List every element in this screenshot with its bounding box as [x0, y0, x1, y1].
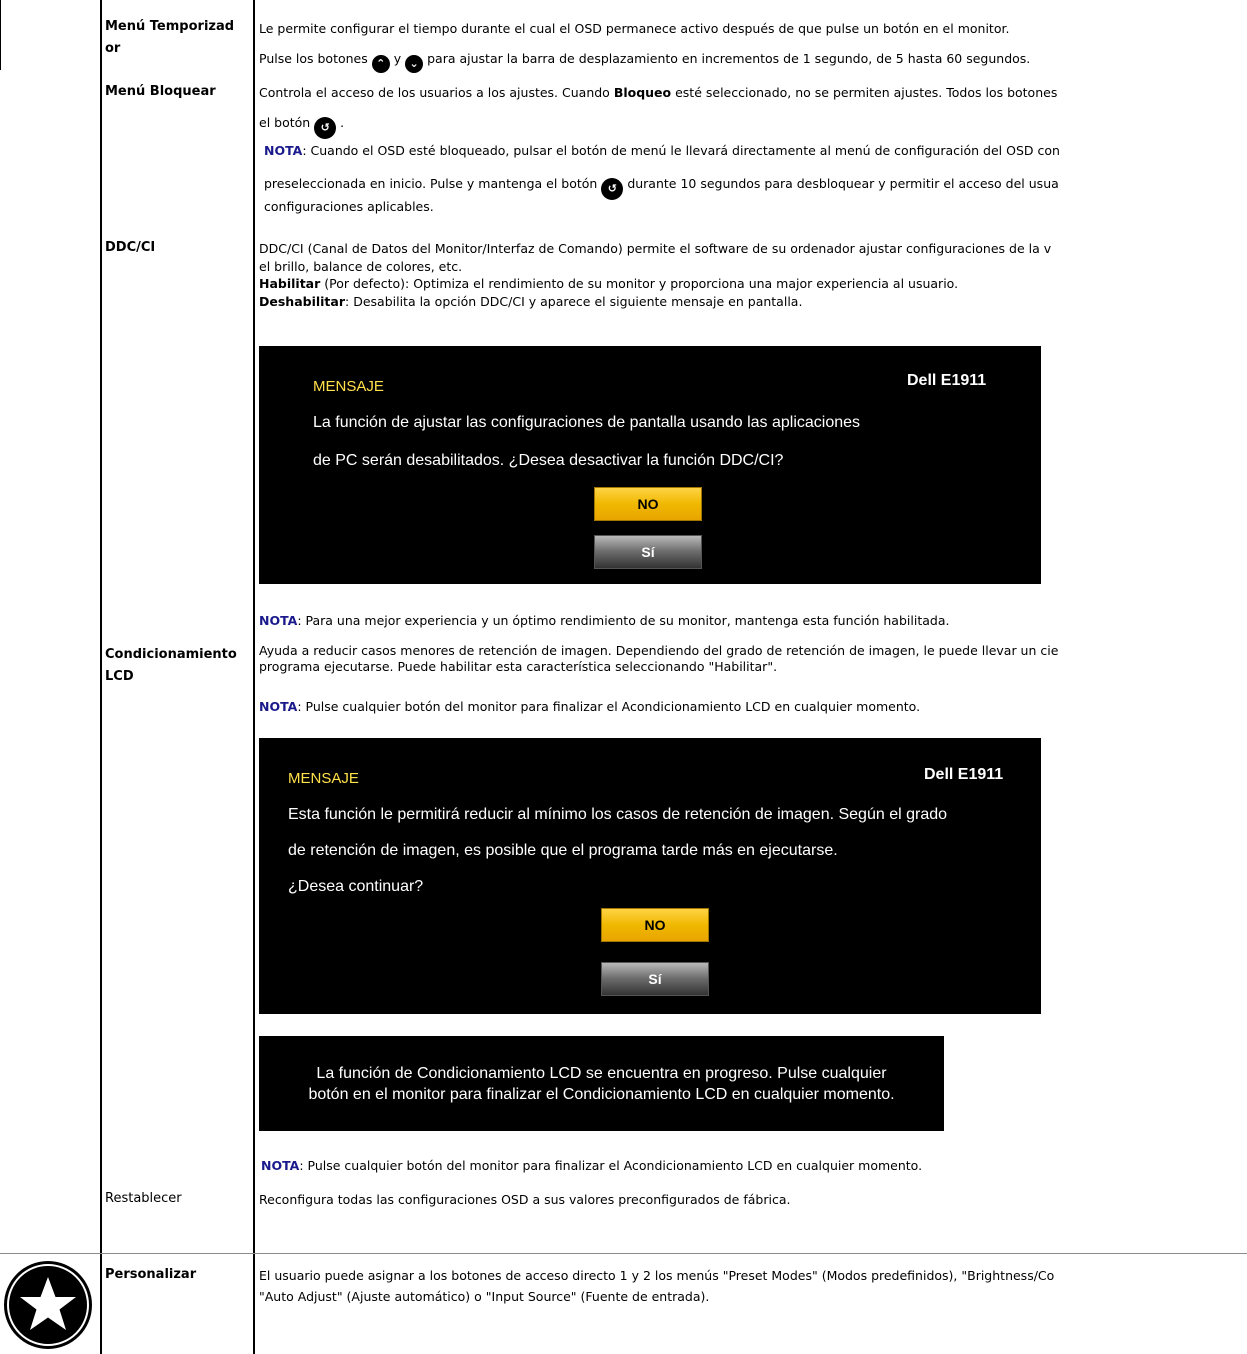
- deshabilitar-label: Deshabilitar: [259, 293, 346, 309]
- table-divider-2: [253, 0, 255, 1354]
- nota-text: : Para una mejor experiencia y un óptimo…: [297, 613, 950, 628]
- osd-si-button[interactable]: Sí: [601, 962, 709, 996]
- label-line: LCD: [105, 669, 134, 684]
- nota-menu-bloquear-2: preseleccionada en inicio. Pulse y mante…: [264, 175, 1059, 200]
- nota-menu-bloquear: NOTA: Cuando el OSD esté bloqueado, puls…: [264, 142, 1060, 160]
- nota-ddcci: NOTA: Para una mejor experiencia y un óp…: [259, 612, 949, 630]
- row-label-personalizar: Personalizar: [105, 1267, 197, 1282]
- desc-line: programa ejecutarse. Puede habilitar est…: [259, 659, 778, 674]
- nota-text: configuraciones aplicables.: [264, 199, 434, 214]
- row-desc-personalizar: El usuario puede asignar a los botones d…: [259, 1267, 1054, 1305]
- star-icon-svg: [7, 1264, 89, 1346]
- nota-text: durante 10 segundos para desbloquear y p…: [627, 176, 1059, 191]
- osd-line: Esta función le permitirá reducir al mín…: [288, 806, 948, 823]
- deshabilitar-text: : Desabilita la opción DDC/CI y aparece …: [345, 293, 803, 309]
- habilitar-text: (Por defecto): Optimiza el rendimiento d…: [324, 276, 959, 291]
- osd-message-ddcci: MENSAJE Dell E1911 La función de ajustar…: [259, 346, 1041, 584]
- chevron-down-icon: ⌄: [405, 55, 424, 73]
- desc-text: Pulse los botones: [259, 51, 368, 66]
- row-desc-ddcci: DDC/CI (Canal de Datos del Monitor/Inter…: [259, 240, 1051, 310]
- osd-line: La función de ajustar las configuracione…: [313, 414, 861, 431]
- osd-model: Dell E1911: [907, 372, 987, 389]
- osd-model: Dell E1911: [924, 766, 1004, 783]
- row-label-condicionamiento: Condicionamiento LCD: [105, 644, 237, 688]
- progress-line: botón en el monitor para finalizar el Co…: [308, 1086, 895, 1103]
- nota-label: NOTA: [264, 143, 303, 158]
- habilitar-label: Habilitar: [259, 276, 321, 291]
- lcd-conditioning-progress-message: La función de Condicionamiento LCD se en…: [259, 1036, 944, 1131]
- nota-text: : Cuando el OSD esté bloqueado, pulsar e…: [302, 143, 1060, 158]
- nota-condicionamiento-2: NOTA: Pulse cualquier botón del monitor …: [261, 1157, 922, 1175]
- osd-line: de PC serán desabilitados. ¿Desea desact…: [313, 452, 784, 469]
- nota-text: preseleccionada en inicio. Pulse y mante…: [264, 176, 598, 191]
- nota-text: : Pulse cualquier botón del monitor para…: [297, 699, 921, 714]
- osd-line: ¿Desea continuar?: [288, 878, 424, 895]
- row-desc-menu-temporizador: Le permite configurar el tiempo durante …: [259, 20, 1009, 38]
- row-desc-condicionamiento: Ayuda a reducir casos menores de retenci…: [259, 643, 1058, 675]
- progress-line: La función de Condicionamiento LCD se en…: [316, 1065, 887, 1082]
- nota-label: NOTA: [259, 699, 298, 714]
- desc-bold: Bloqueo: [613, 85, 672, 100]
- nota-label: NOTA: [261, 1158, 300, 1173]
- star-icon: [4, 1261, 92, 1349]
- desc-line: Le permite configurar el tiempo durante …: [259, 21, 1010, 36]
- chevron-up-icon: ⌃: [371, 55, 390, 73]
- desc-line: Habilitar (Por defecto): Optimiza el ren…: [259, 275, 1051, 293]
- desc-line: DDC/CI (Canal de Datos del Monitor/Inter…: [259, 241, 1052, 256]
- osd-no-button[interactable]: NO: [594, 487, 702, 521]
- desc-text: el botón: [259, 115, 311, 130]
- table-border-left: [0, 0, 1, 70]
- nota-text: : Pulse cualquier botón del monitor para…: [299, 1158, 923, 1173]
- desc-text: para ajustar la barra de desplazamiento …: [427, 51, 1031, 66]
- desc-line: el brillo, balance de colores, etc.: [259, 258, 463, 274]
- desc-line: Ayuda a reducir casos menores de retenci…: [259, 643, 1059, 658]
- osd-line: de retención de imagen, es posible que e…: [288, 842, 838, 859]
- osd-no-button[interactable]: NO: [601, 908, 709, 942]
- row-desc-menu-temporizador-2: Pulse los botones ⌃ y ⌄ para ajustar la …: [259, 50, 1030, 73]
- back-arrow-icon: ↺: [314, 117, 337, 139]
- desc-text: Controla el acceso de los usuarios a los…: [259, 85, 610, 100]
- section-separator: [0, 1253, 1247, 1254]
- table-divider-1: [100, 0, 102, 1354]
- osd-si-button[interactable]: Sí: [594, 535, 702, 569]
- nota-menu-bloquear-3: configuraciones aplicables.: [264, 198, 434, 216]
- back-arrow-icon: ↺: [601, 178, 624, 200]
- row-label-menu-temporizador: Menú Temporizad or: [105, 19, 235, 56]
- osd-title: MENSAJE: [288, 770, 359, 787]
- nota-label: NOTA: [259, 613, 298, 628]
- row-desc-menu-bloquear: Controla el acceso de los usuarios a los…: [259, 84, 1057, 102]
- desc-line: "Auto Adjust" (Ajuste automático) o "Inp…: [259, 1288, 710, 1304]
- row-label-restablecer: Restablecer: [105, 1191, 182, 1206]
- row-label-ddcci: DDC/CI: [105, 240, 156, 255]
- desc-line: Reconfigura todas las configuraciones OS…: [259, 1192, 791, 1207]
- desc-text: y: [393, 51, 402, 66]
- osd-title: MENSAJE: [313, 378, 384, 395]
- osd-message-condicionamiento: MENSAJE Dell E1911 Esta función le permi…: [259, 738, 1041, 1014]
- desc-line: Deshabilitar: Desabilita la opción DDC/C…: [259, 293, 1051, 311]
- desc-line: El usuario puede asignar a los botones d…: [259, 1268, 1055, 1283]
- row-label-menu-bloquear: Menú Bloquear: [105, 84, 216, 99]
- row-desc-menu-bloquear-2: el botón ↺ .: [259, 114, 344, 139]
- nota-condicionamiento: NOTA: Pulse cualquier botón del monitor …: [259, 698, 920, 716]
- label-line: Condicionamiento: [105, 647, 237, 662]
- desc-text: .: [340, 115, 345, 130]
- row-desc-restablecer: Reconfigura todas las configuraciones OS…: [259, 1191, 790, 1209]
- desc-text: esté seleccionado, no se permiten ajuste…: [675, 85, 1058, 100]
